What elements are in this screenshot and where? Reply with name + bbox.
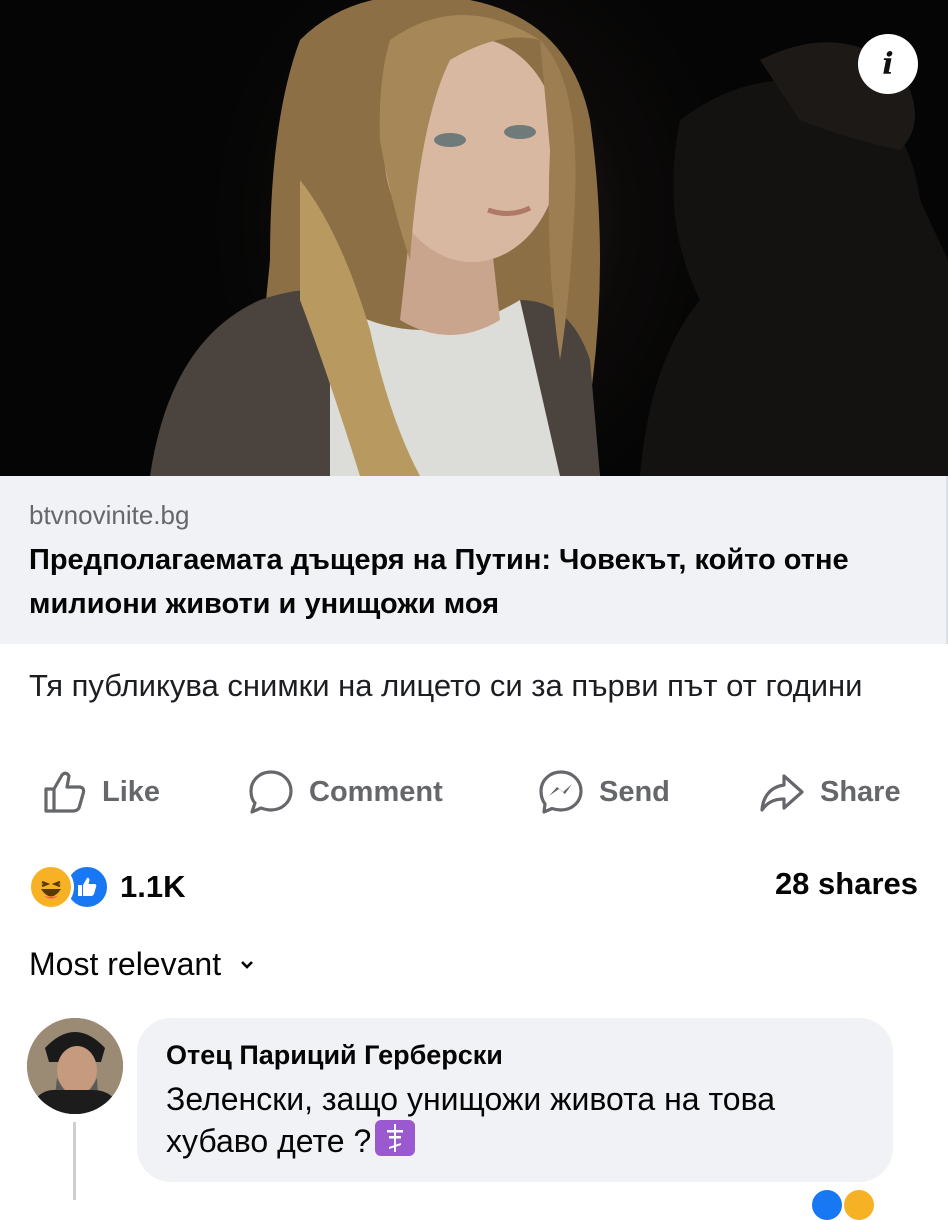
comment-label: Comment xyxy=(309,775,443,808)
like-icon xyxy=(812,1190,842,1220)
thread-line xyxy=(73,1122,76,1200)
share-arrow-icon xyxy=(760,774,804,812)
sort-label: Most relevant xyxy=(29,946,222,982)
info-icon[interactable]: i xyxy=(858,34,918,94)
orthodox-cross-icon xyxy=(375,1120,416,1156)
share-button[interactable]: Share xyxy=(758,764,901,820)
post-image[interactable]: i xyxy=(0,0,948,476)
comment-sort-dropdown[interactable]: Most relevant xyxy=(29,946,255,983)
haha-icon xyxy=(28,864,74,910)
thumbs-up-icon xyxy=(44,771,86,813)
avatar[interactable] xyxy=(27,1018,123,1114)
comment-text: Зеленски, защо унищожи живота на това ху… xyxy=(166,1078,876,1162)
link-title[interactable]: Предполагаемата дъщеря на Путин: Човекът… xyxy=(29,538,909,626)
shares-count[interactable]: 28 shares xyxy=(775,866,918,902)
comment-body: Зеленски, защо унищожи живота на това ху… xyxy=(166,1081,775,1159)
link-domain: btvnovinite.bg xyxy=(29,500,190,530)
comment-bubble-icon xyxy=(249,770,293,814)
reactions-summary[interactable]: 1.1K xyxy=(28,862,185,912)
info-glyph: i xyxy=(882,46,894,82)
haha-icon xyxy=(844,1190,874,1220)
chevron-down-icon xyxy=(241,960,253,969)
share-label: Share xyxy=(820,775,901,808)
post-subtitle: Тя публикува снимки на лицето си за първ… xyxy=(29,668,863,703)
photo-illustration xyxy=(150,0,948,476)
comment-reactions[interactable] xyxy=(812,1190,874,1220)
comment-author[interactable]: Отец Париций Герберски xyxy=(166,1040,503,1071)
comment-button[interactable]: Comment xyxy=(247,764,443,820)
send-label: Send xyxy=(599,775,670,808)
action-bar: Like Comment Send Share xyxy=(0,764,948,820)
like-button[interactable]: Like xyxy=(42,764,160,820)
messenger-icon xyxy=(539,770,583,814)
like-label: Like xyxy=(102,775,161,808)
reaction-count: 1.1K xyxy=(120,869,186,904)
send-button[interactable]: Send xyxy=(537,764,670,820)
